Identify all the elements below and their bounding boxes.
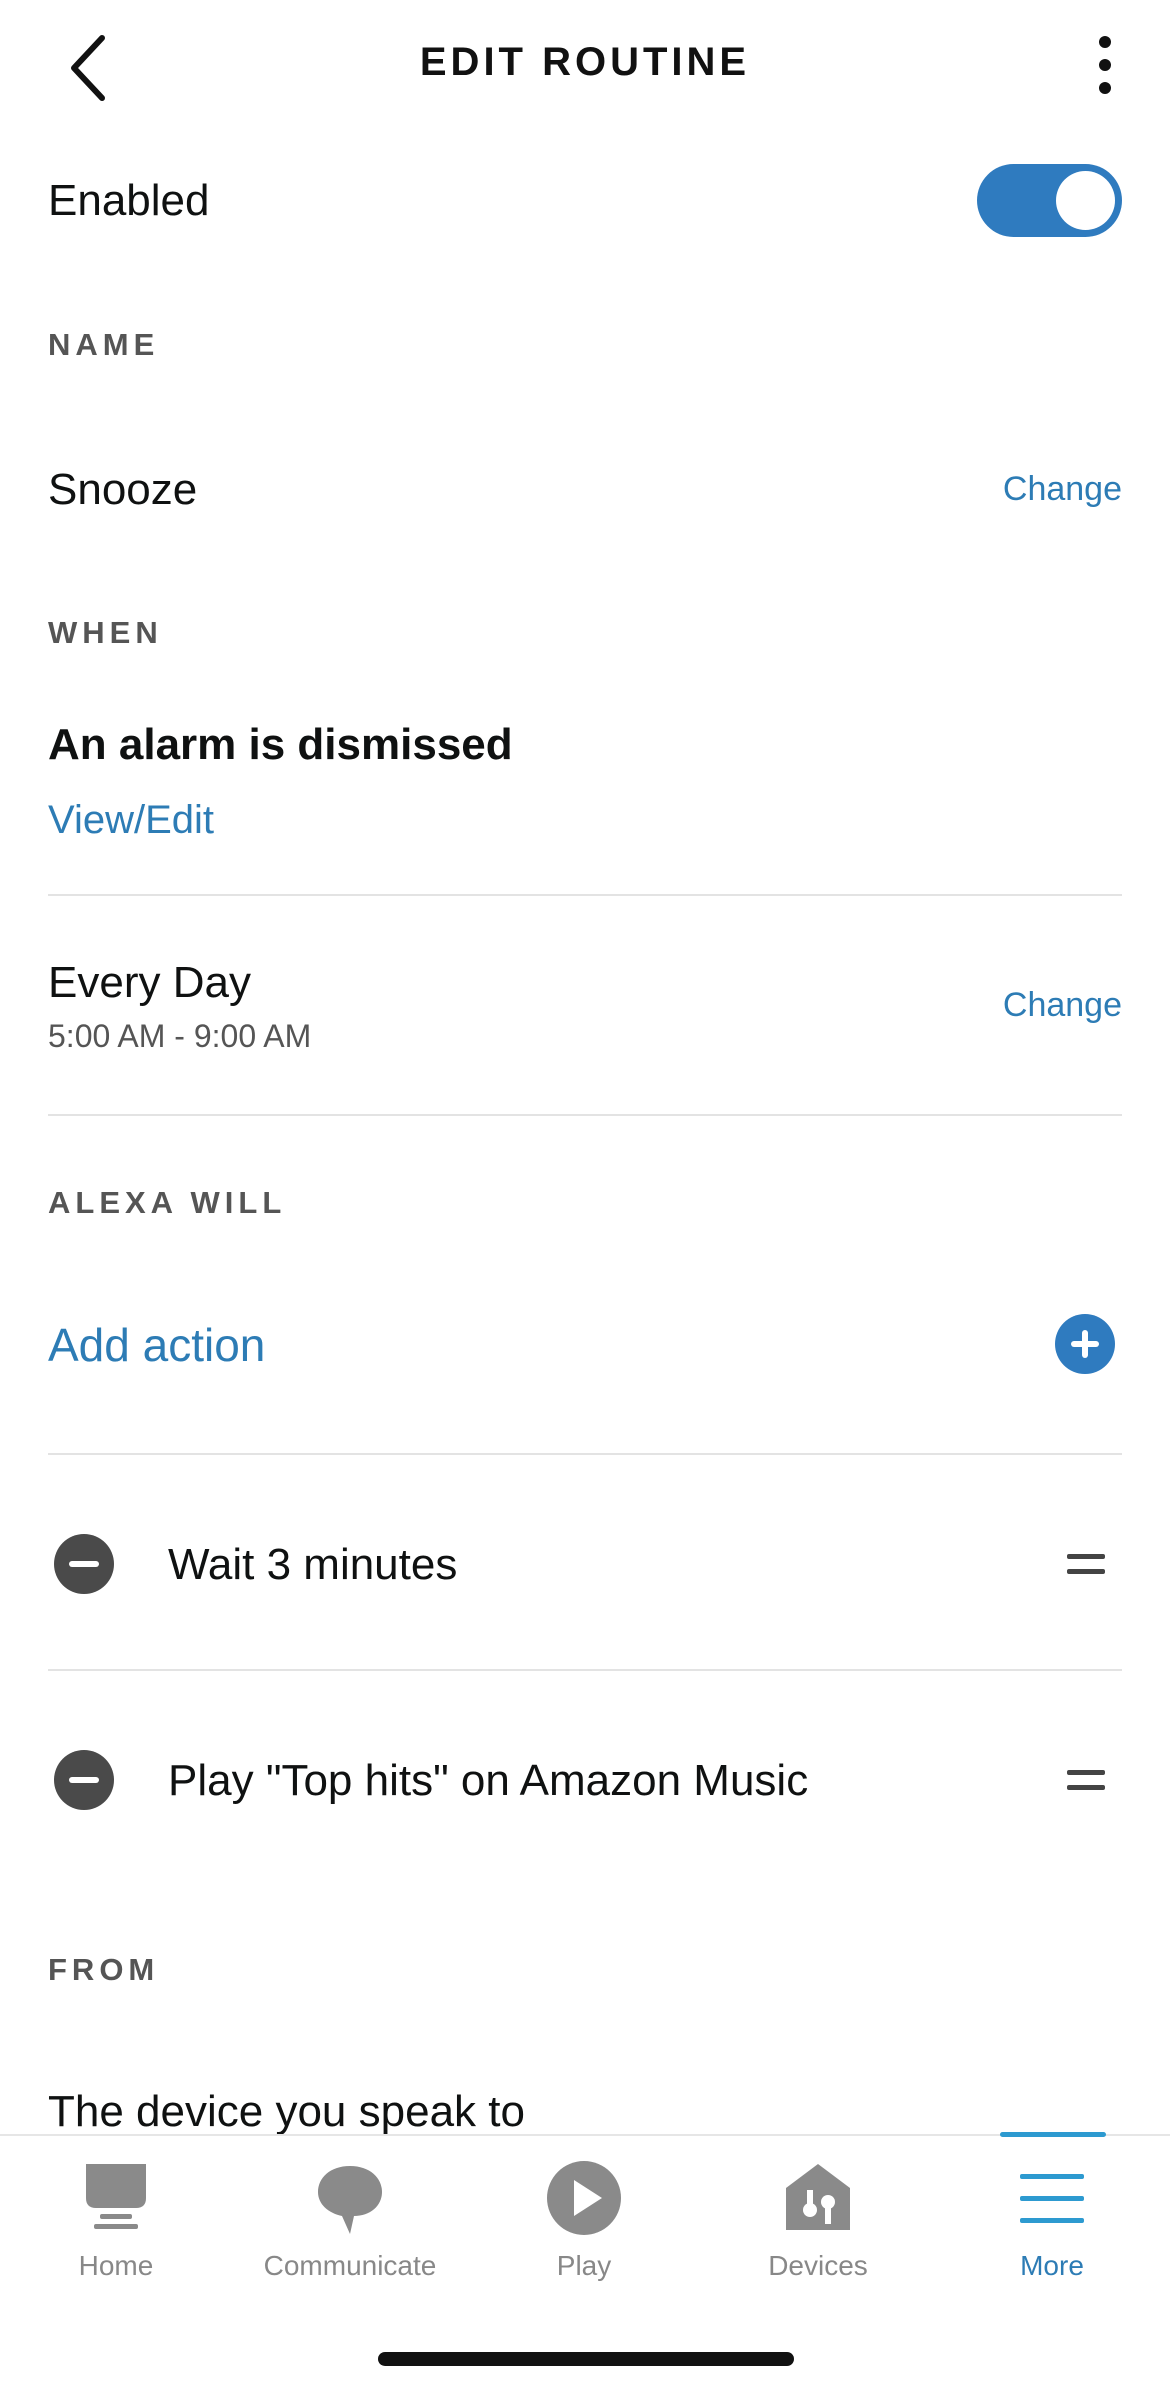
play-icon	[547, 2161, 621, 2235]
alexa-will-section-label: ALEXA WILL	[48, 1185, 287, 1220]
trigger-title: An alarm is dismissed	[48, 720, 513, 769]
divider	[48, 1114, 1122, 1116]
page-title: EDIT ROUTINE	[419, 40, 751, 84]
more-options-icon[interactable]	[1080, 32, 1130, 102]
add-action-link[interactable]: Add action	[48, 1318, 265, 1372]
tab-more[interactable]: More	[952, 2158, 1152, 2308]
tab-home[interactable]: Home	[16, 2158, 216, 2308]
view-edit-link[interactable]: View/Edit	[48, 798, 214, 843]
schedule-label: Every Day	[48, 958, 251, 1007]
home-indicator	[378, 2352, 794, 2366]
divider	[48, 1453, 1122, 1455]
tab-label: Communicate	[263, 2250, 437, 2281]
tab-label: More	[1020, 2250, 1084, 2281]
drag-handle-icon[interactable]	[1067, 1550, 1105, 1580]
divider	[48, 894, 1122, 896]
change-schedule-link[interactable]: Change	[1003, 986, 1122, 1025]
remove-action-icon[interactable]	[54, 1750, 114, 1810]
remove-action-icon[interactable]	[54, 1534, 114, 1594]
home-icon	[86, 2164, 146, 2229]
when-section-label: WHEN	[48, 615, 163, 650]
enabled-label: Enabled	[48, 176, 210, 225]
tab-label: Devices	[768, 2250, 868, 2281]
tab-label: Home	[78, 2250, 154, 2281]
name-section-label: NAME	[48, 327, 160, 362]
action-item[interactable]: Wait 3 minutes	[168, 1540, 457, 1590]
from-device[interactable]: The device you speak to	[48, 2087, 525, 2137]
enabled-toggle[interactable]	[977, 164, 1122, 237]
chat-icon	[318, 2166, 382, 2234]
devices-icon	[786, 2164, 850, 2230]
menu-icon	[1020, 2174, 1084, 2223]
action-item[interactable]: Play "Top hits" on Amazon Music	[168, 1756, 808, 1806]
time-range: 5:00 AM - 9:00 AM	[48, 1018, 312, 1054]
tab-communicate[interactable]: Communicate	[250, 2158, 450, 2308]
divider	[48, 1669, 1122, 1671]
toggle-knob	[1056, 171, 1115, 230]
add-action-icon[interactable]	[1055, 1314, 1115, 1374]
tab-devices[interactable]: Devices	[718, 2158, 918, 2308]
routine-name: Snooze	[48, 465, 198, 514]
active-tab-indicator	[1000, 2132, 1106, 2137]
tab-label: Play	[556, 2250, 612, 2281]
drag-handle-icon[interactable]	[1067, 1766, 1105, 1796]
from-section-label: FROM	[48, 1952, 160, 1987]
change-name-link[interactable]: Change	[1003, 470, 1122, 509]
tab-play[interactable]: Play	[484, 2158, 684, 2308]
